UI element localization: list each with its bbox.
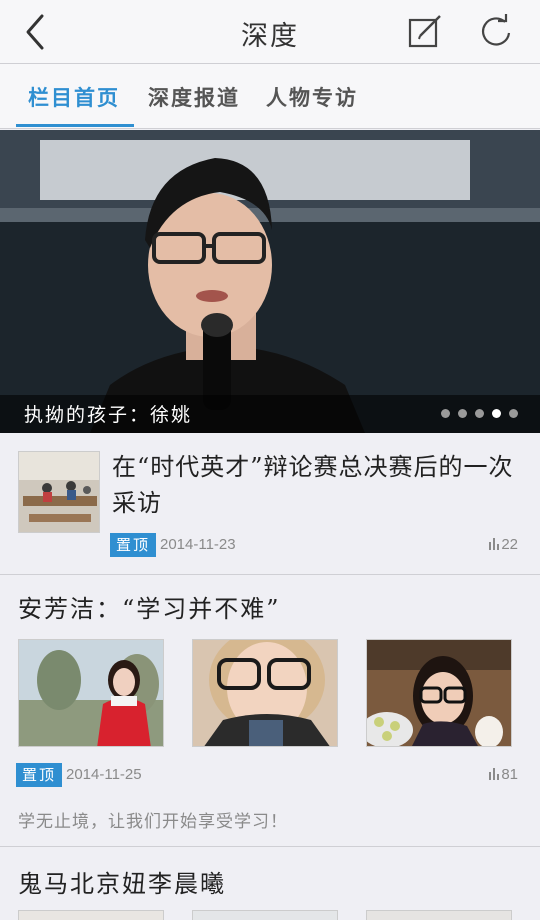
view-count: 22: [489, 536, 518, 553]
bar-chart-icon: [489, 538, 500, 550]
carousel-dot[interactable]: [441, 409, 450, 418]
article-title[interactable]: 在“时代英才”辩论赛总决赛后的一次采访: [112, 449, 522, 521]
refresh-icon[interactable]: [476, 12, 516, 52]
article-title[interactable]: 鬼马北京妞李晨曦: [18, 864, 226, 899]
tab-interviews[interactable]: 人物专访: [266, 82, 358, 112]
article-date: 2014-11-23: [160, 536, 236, 553]
carousel-dot[interactable]: [475, 409, 484, 418]
article-date: 2014-11-25: [66, 766, 142, 783]
tab-in-depth-reports[interactable]: 深度报道: [148, 82, 240, 112]
article-summary: 学无止境，让我们开始享受学习！: [18, 812, 288, 832]
view-count-value: 22: [501, 536, 518, 553]
article-photo[interactable]: [192, 910, 338, 920]
carousel-dots: [441, 409, 518, 418]
article-photo[interactable]: [192, 639, 338, 747]
tab-column-home[interactable]: 栏目首页: [28, 82, 120, 112]
pinned-badge: 置顶: [16, 763, 63, 787]
carousel-dot[interactable]: [509, 409, 518, 418]
pinned-badge: 置顶: [110, 533, 157, 557]
hero-image: [0, 130, 540, 433]
carousel-dot[interactable]: [458, 409, 467, 418]
article-item[interactable]: 安芳洁：“学习并不难” 置顶 2014-11-25 81 学无止境，让我们开始享…: [0, 575, 540, 847]
article-photo[interactable]: [18, 910, 164, 920]
navigation-bar: 深度: [0, 0, 540, 64]
page-title: 深度: [241, 21, 299, 52]
article-photo[interactable]: [366, 910, 512, 920]
compose-icon[interactable]: [404, 12, 444, 52]
hero-banner[interactable]: 执拗的孩子：徐姚: [0, 130, 540, 433]
carousel-dot-active[interactable]: [492, 409, 501, 418]
article-item[interactable]: 鬼马北京妞李晨曦: [0, 848, 540, 920]
article-thumbnail: [18, 451, 100, 533]
article-photo[interactable]: [18, 639, 164, 747]
hero-caption: 执拗的孩子：徐姚: [24, 404, 193, 426]
bar-chart-icon: [489, 768, 500, 780]
view-count-value: 81: [501, 766, 518, 783]
active-tab-indicator: [16, 124, 134, 127]
tab-bar: 栏目首页 深度报道 人物专访: [0, 64, 540, 129]
view-count: 81: [489, 766, 518, 783]
article-item[interactable]: 在“时代英才”辩论赛总决赛后的一次采访 置顶 2014-11-23 22: [0, 433, 540, 575]
article-title[interactable]: 安芳洁：“学习并不难”: [18, 589, 281, 624]
article-photo[interactable]: [366, 639, 512, 747]
